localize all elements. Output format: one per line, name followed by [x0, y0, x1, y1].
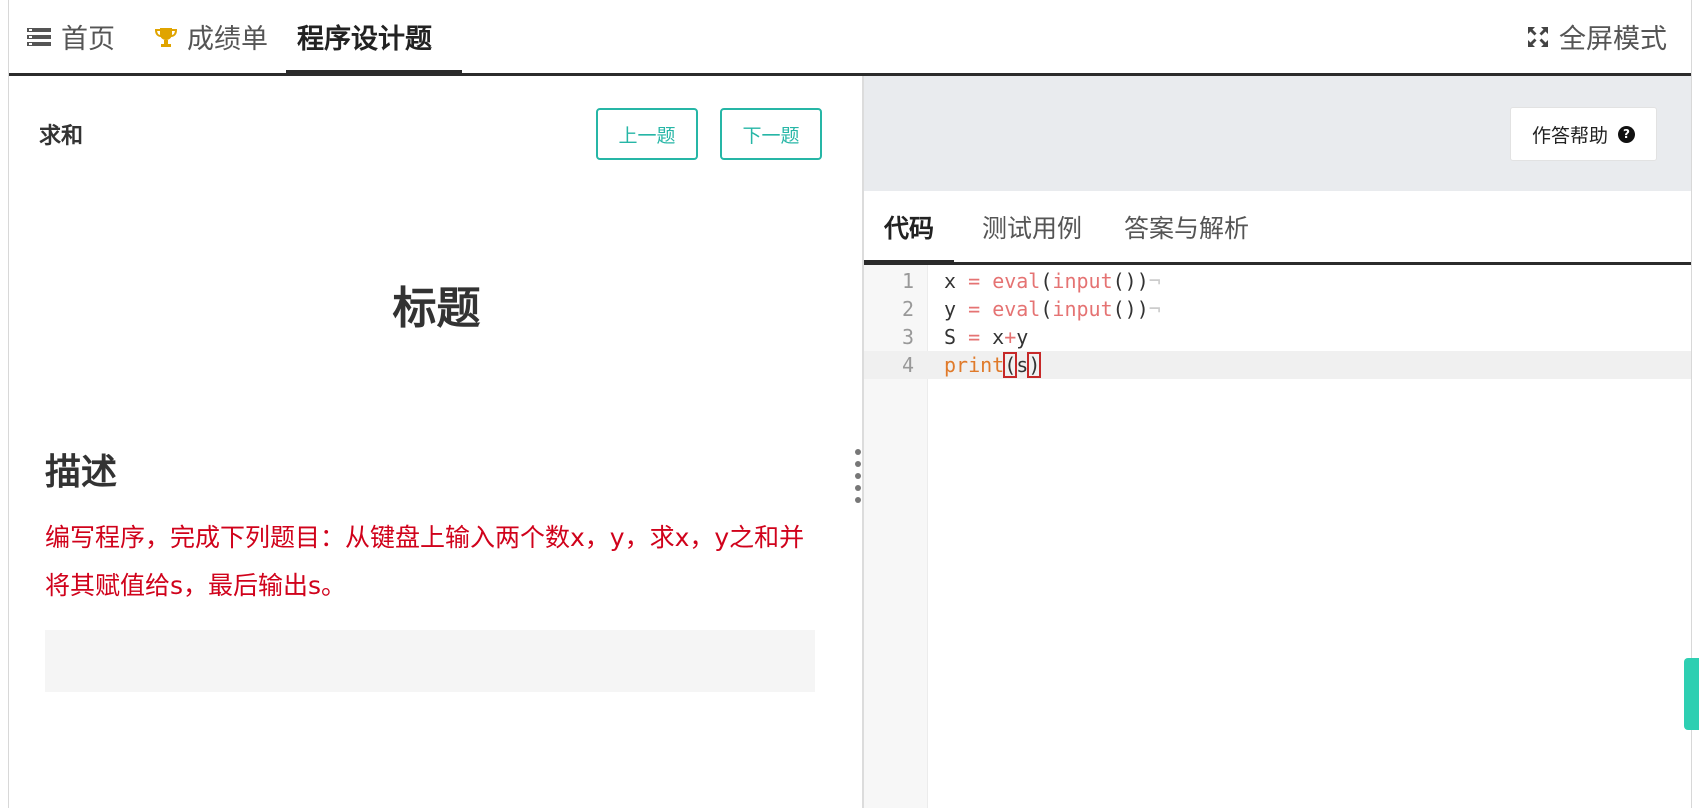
fullscreen-button[interactable]: 全屏模式: [1527, 0, 1667, 73]
question-name: 求和: [39, 124, 84, 149]
code-line-text: print(s): [944, 352, 1042, 378]
code-line[interactable]: 2 y = eval(input())¬: [864, 295, 1691, 323]
description-heading: 描述: [45, 452, 118, 493]
top-nav: 首页 成绩单 程序设计题 全屏模式: [9, 0, 1691, 76]
next-question-button[interactable]: 下一题: [720, 108, 822, 160]
answer-help-button[interactable]: 作答帮助 ?: [1510, 107, 1657, 161]
code-editor[interactable]: 1 x = eval(input())¬ 2 y = eval(input())…: [864, 265, 1691, 808]
tab-code[interactable]: 代码: [884, 191, 934, 262]
line-number: 2: [901, 297, 914, 321]
nav-scores[interactable]: 成绩单: [155, 0, 268, 73]
side-feedback-tab[interactable]: [1684, 658, 1699, 730]
nav-home-label: 首页: [61, 24, 115, 55]
line-number: 1: [901, 269, 914, 293]
question-heading: 标题: [392, 283, 481, 334]
code-line[interactable]: 3 S = x+y: [864, 323, 1691, 351]
app-frame: 首页 成绩单 程序设计题 全屏模式 求和 上一题 下一题 标题 描述 编写程序，…: [8, 0, 1692, 808]
editor-panel: 作答帮助 ? 代码 测试用例 答案与解析 1 x = eval(input())…: [864, 76, 1691, 808]
tab-test-cases[interactable]: 测试用例: [982, 191, 1082, 262]
code-line-text: x = eval(input())¬: [944, 269, 1161, 293]
editor-tabs: 代码 测试用例 答案与解析: [864, 191, 1691, 265]
panel-resize-handle[interactable]: [854, 449, 862, 505]
code-line-active[interactable]: 4 print(s): [864, 351, 1691, 379]
prev-question-button[interactable]: 上一题: [596, 108, 698, 160]
fullscreen-label: 全屏模式: [1559, 24, 1667, 55]
question-panel: 求和 上一题 下一题 标题 描述 编写程序，完成下列题目：从键盘上输入两个数x，…: [9, 76, 864, 808]
nav-programming-label: 程序设计题: [297, 24, 432, 55]
nav-programming[interactable]: 程序设计题: [279, 0, 450, 73]
list-icon: [27, 27, 51, 47]
sample-box: [45, 630, 815, 692]
tab-answer-analysis[interactable]: 答案与解析: [1124, 191, 1249, 262]
answer-help-label: 作答帮助: [1531, 124, 1608, 147]
description-text: 编写程序，完成下列题目：从键盘上输入两个数x，y，求x，y之和并将其赋值给s，最…: [45, 523, 805, 600]
editor-toolbar: 作答帮助 ?: [864, 76, 1691, 191]
nav-scores-label: 成绩单: [187, 24, 268, 55]
nav-home[interactable]: 首页: [27, 0, 115, 73]
expand-icon: [1527, 26, 1549, 48]
code-line[interactable]: 1 x = eval(input())¬: [864, 267, 1691, 295]
question-circle-icon: ?: [1618, 125, 1635, 143]
line-number: 4: [901, 353, 914, 377]
line-number: 3: [901, 325, 914, 349]
code-line-text: S = x+y: [944, 325, 1029, 349]
code-line-text: y = eval(input())¬: [944, 297, 1161, 321]
trophy-icon: [155, 26, 177, 48]
